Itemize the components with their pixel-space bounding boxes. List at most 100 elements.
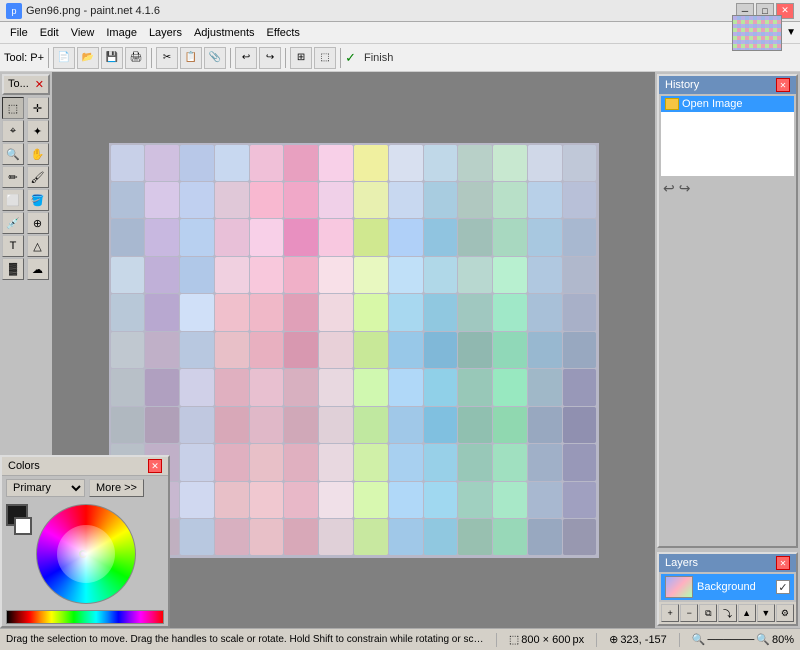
- finish-check-icon: ✓: [345, 50, 356, 66]
- menu-image[interactable]: Image: [100, 25, 143, 41]
- titlebar: p Gen96.png - paint.net 4.1.6 ─ □ ✕: [0, 0, 800, 22]
- layer-delete-button[interactable]: −: [680, 604, 698, 622]
- tool-rectangle-select[interactable]: ⬚: [2, 97, 24, 119]
- layer-merge-button[interactable]: ⤵: [718, 604, 736, 622]
- finish-button[interactable]: Finish: [358, 50, 399, 66]
- color-wheel[interactable]: [36, 504, 136, 604]
- color-wheel-cursor: [79, 550, 87, 558]
- layer-add-button[interactable]: +: [661, 604, 679, 622]
- status-coordinates: ⊕ 323, -157: [609, 633, 667, 646]
- tool-panel-close[interactable]: ✕: [35, 78, 44, 91]
- colors-controls: Primary Secondary More >>: [2, 476, 168, 500]
- canvas-image: [109, 143, 599, 558]
- tool-eraser[interactable]: ⬜: [2, 189, 24, 211]
- menu-edit[interactable]: Edit: [34, 25, 65, 41]
- sep4: [285, 48, 286, 68]
- zoom-in-button[interactable]: 🔍: [756, 633, 770, 646]
- right-panels: History ✕ Open Image ↩ ↪ Layers ✕: [655, 72, 800, 628]
- zoom-value: 80%: [772, 634, 794, 646]
- titlebar-left: p Gen96.png - paint.net 4.1.6: [6, 3, 160, 19]
- layers-toolbar: + − ⧉ ⤵ ▲ ▼ ⚙: [659, 602, 796, 624]
- tool-fill[interactable]: 🪣: [27, 189, 49, 211]
- tool-move[interactable]: ✛: [27, 97, 49, 119]
- layers-content: Background ✓: [661, 574, 794, 600]
- color-wheel-area: [2, 500, 168, 608]
- history-item-icon: [665, 98, 679, 110]
- status-message: Drag the selection to move. Drag the han…: [6, 634, 484, 645]
- tool-brush[interactable]: 🖌: [27, 166, 49, 188]
- redo-history-button[interactable]: ↪: [679, 180, 691, 197]
- coord-icon: ⊕: [609, 633, 618, 646]
- tool-text[interactable]: T: [2, 235, 24, 257]
- menu-file[interactable]: File: [4, 25, 34, 41]
- layers-close-button[interactable]: ✕: [776, 556, 790, 570]
- layer-duplicate-button[interactable]: ⧉: [699, 604, 717, 622]
- tool-clone[interactable]: ⊕: [27, 212, 49, 234]
- titlebar-title: Gen96.png - paint.net 4.1.6: [26, 5, 160, 17]
- sep3: [230, 48, 231, 68]
- toolbar: Tool: P+ 📄 📂 💾 🖨 ✂ 📋 📎 ↩ ↪ ⊞ ⬚ ✓ Finish: [0, 44, 800, 72]
- paste-button[interactable]: 📎: [204, 47, 226, 69]
- layer-properties-button[interactable]: ⚙: [776, 604, 794, 622]
- history-item-label: Open Image: [682, 98, 743, 110]
- dimensions-icon: ⬚: [509, 633, 519, 646]
- statusbar: Drag the selection to move. Drag the han…: [0, 628, 800, 650]
- menu-effects[interactable]: Effects: [261, 25, 306, 41]
- tool-pan[interactable]: ✋: [27, 143, 49, 165]
- tool-zoom[interactable]: 🔍: [2, 143, 24, 165]
- layer-item[interactable]: Background ✓: [661, 574, 794, 600]
- status-separator-3: [679, 633, 680, 647]
- undo-history-button[interactable]: ↩: [663, 180, 675, 197]
- new-button[interactable]: 📄: [53, 47, 75, 69]
- tool-lasso[interactable]: ⌖: [2, 120, 24, 142]
- tool-eyedropper[interactable]: 💉: [2, 212, 24, 234]
- status-separator-1: [496, 633, 497, 647]
- sep2: [151, 48, 152, 68]
- history-title: History: [665, 79, 699, 91]
- layer-down-button[interactable]: ▼: [757, 604, 775, 622]
- zoom-slider[interactable]: ──────: [708, 634, 755, 646]
- history-item[interactable]: Open Image: [661, 96, 794, 112]
- layer-visibility-checkbox[interactable]: ✓: [776, 580, 790, 594]
- open-button[interactable]: 📂: [77, 47, 99, 69]
- menu-layers[interactable]: Layers: [143, 25, 188, 41]
- sep5: [340, 48, 341, 68]
- colors-header: Colors ✕: [2, 457, 168, 476]
- print-button[interactable]: 🖨: [125, 47, 147, 69]
- menu-adjustments[interactable]: Adjustments: [188, 25, 261, 41]
- secondary-color-swatch[interactable]: [14, 517, 32, 535]
- status-dimensions: ⬚ 800 × 600 px: [509, 633, 584, 646]
- tool-pencil[interactable]: ✏: [2, 166, 24, 188]
- history-close-button[interactable]: ✕: [776, 78, 790, 92]
- tool-panel-title: To...: [8, 78, 29, 91]
- more-button[interactable]: More >>: [89, 479, 144, 497]
- save-button[interactable]: 💾: [101, 47, 123, 69]
- zoom-out-button[interactable]: 🔍: [692, 633, 706, 646]
- coordinates-value: 323, -157: [620, 634, 666, 646]
- colors-panel: Colors ✕ Primary Secondary More >>: [0, 455, 170, 628]
- tool-shapes[interactable]: △: [27, 235, 49, 257]
- copy-button[interactable]: 📋: [180, 47, 202, 69]
- menu-view[interactable]: View: [65, 25, 101, 41]
- tool-gradient[interactable]: ▓: [2, 258, 24, 280]
- primary-dropdown[interactable]: Primary Secondary: [6, 479, 85, 497]
- color-strip[interactable]: [6, 610, 164, 624]
- tool-grid: ⬚ ✛ ⌖ ✦ 🔍 ✋ ✏ 🖌 ⬜ 🪣 💉 ⊕ T △ ▓ ☁: [2, 97, 50, 280]
- redo-button[interactable]: ↪: [259, 47, 281, 69]
- thumbnail-preview: [732, 15, 782, 51]
- history-panel: History ✕ Open Image ↩ ↪: [657, 74, 798, 548]
- grid-button[interactable]: ⊞: [290, 47, 312, 69]
- toolbar-separator: [48, 48, 49, 68]
- undo-button[interactable]: ↩: [235, 47, 257, 69]
- status-zoom: 🔍 ────── 🔍 80%: [692, 633, 794, 646]
- layer-up-button[interactable]: ▲: [738, 604, 756, 622]
- cut-button[interactable]: ✂: [156, 47, 178, 69]
- layer-thumbnail: [665, 576, 693, 598]
- dropdown-arrow-icon[interactable]: ▼: [786, 27, 796, 38]
- tool-magic-wand[interactable]: ✦: [27, 120, 49, 142]
- select-button[interactable]: ⬚: [314, 47, 336, 69]
- tool-label: Tool: P+: [4, 52, 44, 64]
- colors-close-button[interactable]: ✕: [148, 459, 162, 473]
- layers-panel: Layers ✕ Background ✓ + − ⧉ ⤵ ▲ ▼ ⚙: [657, 552, 798, 626]
- tool-smudge[interactable]: ☁: [27, 258, 49, 280]
